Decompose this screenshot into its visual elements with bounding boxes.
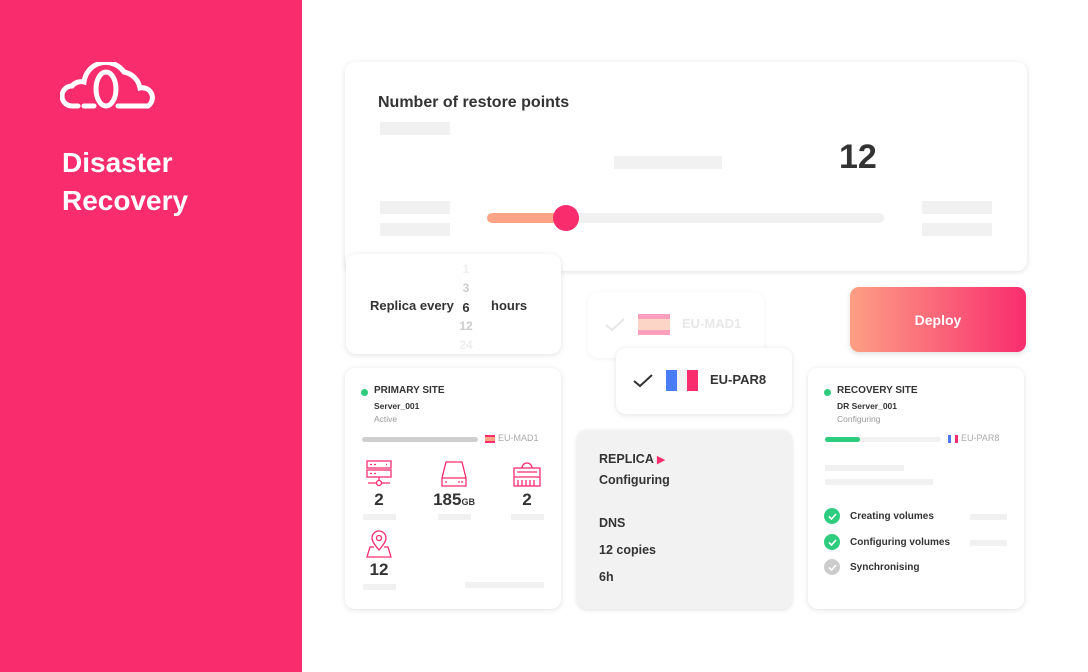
placeholder-line — [922, 201, 992, 214]
replica-every-label: Replica every — [370, 298, 454, 313]
restore-points-value: 12 — [839, 138, 877, 176]
hours-picker[interactable]: 1 3 6 12 24 — [454, 260, 478, 355]
step-creating-volumes: Creating volumes — [824, 508, 934, 524]
metric-value: 185GB — [424, 490, 484, 510]
restore-points-slider[interactable] — [487, 205, 884, 231]
recovery-progress-bar — [825, 437, 941, 442]
storage-value: 185 — [433, 490, 462, 509]
status-dot — [361, 389, 368, 396]
step-label: Creating volumes — [850, 510, 934, 522]
brand-panel: Disaster Recovery — [0, 0, 302, 672]
check-circle-icon — [824, 559, 840, 575]
server-status: Active — [374, 414, 398, 424]
cloud-icon — [60, 62, 155, 109]
replica-title-text: REPLICA — [599, 452, 654, 466]
metric-value: 2 — [522, 490, 532, 509]
check-circle-icon — [824, 508, 840, 524]
metric-locations: 12 — [349, 530, 409, 590]
step-configuring-volumes: Configuring volumes — [824, 534, 950, 550]
restore-points-title: Number of restore points — [378, 94, 570, 111]
primary-site-card: PRIMARY SITE Server_001 Active EU-MAD1 2… — [345, 368, 561, 609]
picker-option[interactable]: 3 — [454, 279, 478, 298]
region-code: EU-PAR8 — [961, 433, 1000, 443]
spain-flag-icon — [638, 314, 670, 335]
placeholder-line — [922, 223, 992, 236]
check-circle-icon — [824, 534, 840, 550]
memory-chip-icon — [513, 462, 541, 487]
status-dot — [824, 389, 831, 396]
step-label: Configuring volumes — [850, 536, 950, 548]
step-synchronising: Synchronising — [824, 559, 919, 575]
placeholder-line — [614, 156, 722, 169]
placeholder-line — [380, 223, 450, 236]
region-option-eu-par8[interactable]: EU-PAR8 — [616, 348, 792, 414]
replica-frequency-card: Replica every 1 3 6 12 24 hours — [346, 254, 561, 354]
replica-interval: 6h — [599, 570, 614, 584]
placeholder-line — [970, 540, 1007, 546]
restore-points-card: Number of restore points 12 — [345, 62, 1027, 271]
replica-summary-card: REPLICA ▶ Configuring DNS 12 copies 6h — [577, 430, 792, 609]
server-status: Configuring — [837, 414, 881, 424]
picker-option[interactable]: 1 — [454, 260, 478, 279]
replica-status: Configuring — [599, 473, 670, 487]
recovery-site-card: RECOVERY SITE DR Server_001 Configuring … — [808, 368, 1024, 609]
metric-value: 12 — [369, 560, 389, 579]
replica-title: REPLICA ▶ — [599, 452, 665, 466]
placeholder-line — [380, 122, 450, 135]
location-map-icon — [366, 530, 392, 558]
app-title: Disaster Recovery — [62, 144, 188, 220]
replica-copies: 12 copies — [599, 543, 656, 557]
metric-memory: 2 — [497, 460, 557, 520]
step-label: Synchronising — [850, 561, 920, 573]
placeholder-line — [437, 514, 471, 520]
storage-unit: GB — [461, 497, 475, 507]
site-progress-bar — [362, 437, 478, 442]
placeholder-line — [362, 514, 396, 520]
site-heading: RECOVERY SITE — [837, 385, 918, 396]
app-title-line1: Disaster — [62, 147, 173, 178]
deploy-button[interactable]: Deploy — [850, 287, 1026, 352]
metric-storage: 185GB — [424, 460, 484, 520]
france-flag-icon — [948, 435, 958, 443]
site-heading: PRIMARY SITE — [374, 385, 445, 396]
region-code: EU-PAR8 — [710, 372, 767, 387]
region-code: EU-MAD1 — [498, 433, 539, 443]
app-title-line2: Recovery — [62, 185, 189, 216]
placeholder-line — [970, 514, 1007, 520]
recovery-progress-fill — [825, 437, 860, 442]
placeholder-line — [825, 465, 904, 471]
server-network-icon — [366, 460, 392, 487]
check-icon — [605, 318, 625, 332]
metric-servers: 2 — [349, 460, 409, 520]
replica-dns: DNS — [599, 516, 626, 530]
spain-flag-icon — [485, 435, 495, 443]
hours-label: hours — [491, 298, 528, 313]
metric-value: 2 — [374, 490, 384, 509]
hard-drive-icon — [441, 461, 467, 487]
placeholder-line — [380, 201, 450, 214]
placeholder-line — [362, 584, 396, 590]
placeholder-line — [465, 582, 544, 588]
placeholder-line — [510, 514, 544, 520]
picker-option-selected[interactable]: 6 — [454, 298, 478, 317]
france-flag-icon — [666, 370, 699, 391]
placeholder-line — [825, 479, 933, 485]
picker-option[interactable]: 12 — [454, 317, 478, 336]
slider-thumb[interactable] — [553, 205, 580, 231]
check-icon — [633, 374, 653, 388]
play-arrow-icon: ▶ — [656, 454, 666, 466]
server-name: DR Server_001 — [837, 401, 898, 411]
picker-option[interactable]: 24 — [454, 336, 478, 355]
region-code: EU-MAD1 — [682, 316, 742, 331]
server-name: Server_001 — [374, 401, 420, 411]
